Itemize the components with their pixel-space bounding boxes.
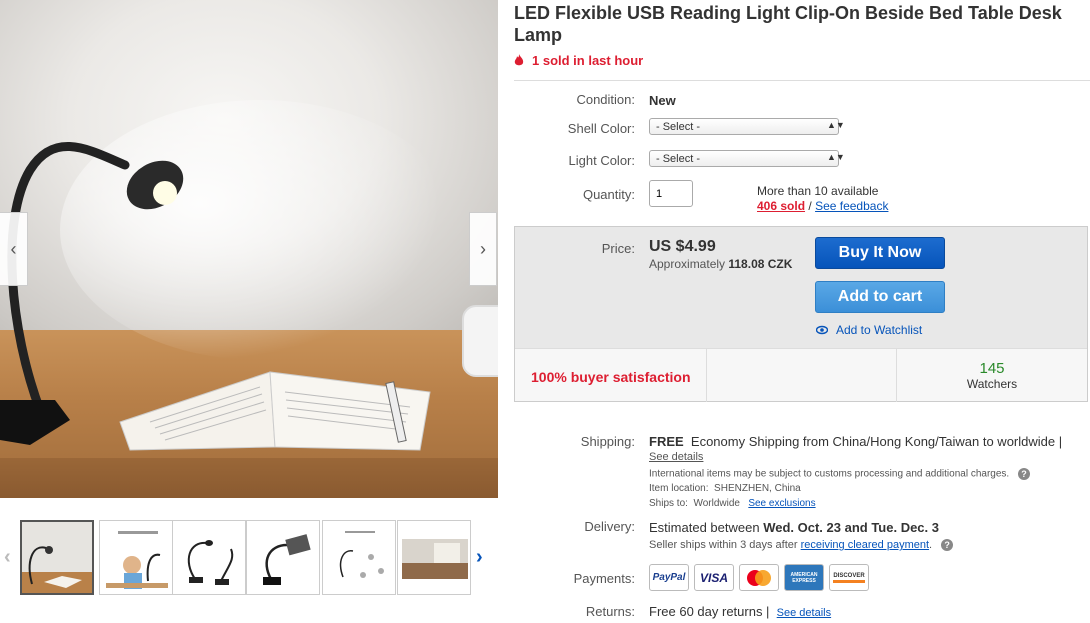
shell-color-select[interactable]: - Select - bbox=[649, 118, 839, 135]
chevron-left-icon: ‹ bbox=[10, 238, 17, 259]
buyer-satisfaction: 100% buyer satisfaction bbox=[531, 369, 691, 385]
thumbnail-3[interactable] bbox=[172, 520, 246, 595]
thumbnail-image bbox=[173, 521, 245, 594]
item-location-label: Item location: bbox=[649, 483, 709, 494]
next-image-button[interactable]: › bbox=[469, 212, 497, 286]
ships-to-label: Ships to: bbox=[649, 498, 688, 509]
ships-to-value: Worldwide bbox=[693, 498, 740, 509]
thumbnail-6[interactable] bbox=[397, 520, 471, 595]
handling-time: Seller ships within 3 days after receivi… bbox=[649, 539, 954, 552]
paypal-text: PayPal bbox=[652, 572, 686, 583]
returns-value: Free 60 day returns | bbox=[649, 604, 770, 619]
chevron-right-icon: › bbox=[480, 238, 486, 259]
sold-separator: / bbox=[808, 199, 812, 213]
returns-see-details-link[interactable]: See details bbox=[777, 607, 831, 619]
thumbnail-image bbox=[100, 521, 172, 594]
buy-it-now-button[interactable]: Buy It Now bbox=[815, 237, 945, 269]
image-lamp bbox=[0, 100, 460, 445]
thumbnail-prev-icon[interactable]: ‹ bbox=[4, 546, 11, 569]
stats-divider bbox=[706, 349, 707, 402]
paypal-logo: PayPal bbox=[649, 564, 689, 591]
watchers-count: 145 bbox=[979, 360, 1005, 377]
quantity-input[interactable] bbox=[649, 180, 693, 207]
discover-logo: DISCOVER bbox=[829, 564, 869, 591]
shipping-method: FREE Economy Shipping from China/Hong Ko… bbox=[649, 434, 1089, 449]
visa-logo: VISA bbox=[694, 564, 734, 591]
thumbnail-1[interactable] bbox=[20, 520, 94, 595]
shipping-label: Shipping: bbox=[580, 434, 635, 449]
shell-color-label: Shell Color: bbox=[567, 121, 635, 136]
delivery-dates: Wed. Oct. 23 and Tue. Dec. 3 bbox=[763, 520, 939, 535]
flame-icon bbox=[514, 54, 524, 66]
approx-label: Approximately bbox=[649, 257, 726, 271]
mastercard-logo bbox=[739, 564, 779, 591]
approx-price: Approximately 118.08 CZK bbox=[649, 257, 792, 271]
condition-value: New bbox=[649, 93, 676, 108]
select-arrows-icon: ▲▼ bbox=[827, 120, 845, 130]
hotness-indicator: 1 sold in last hour bbox=[514, 53, 643, 68]
light-color-label: Light Color: bbox=[568, 153, 635, 168]
shipping-method-text: Economy Shipping from China/Hong Kong/Ta… bbox=[690, 434, 1063, 449]
section-divider bbox=[514, 80, 1090, 81]
quantity-label: Quantity: bbox=[582, 187, 635, 202]
add-to-cart-button[interactable]: Add to cart bbox=[815, 281, 945, 313]
previous-image-button[interactable]: ‹ bbox=[0, 212, 28, 286]
availability-text: More than 10 available bbox=[757, 184, 879, 198]
watchers-label: Watchers bbox=[966, 377, 1018, 391]
see-feedback-link[interactable]: See feedback bbox=[815, 199, 888, 213]
item-location: Item location: SHENZHEN, China bbox=[649, 483, 801, 494]
add-to-watchlist-link[interactable]: Add to Watchlist bbox=[816, 323, 922, 337]
sold-count-link[interactable]: 406 sold bbox=[757, 199, 805, 213]
thumbnail-2[interactable] bbox=[99, 520, 173, 595]
cleared-payment-link[interactable]: receiving cleared payment bbox=[801, 539, 929, 551]
shipping-see-details-link[interactable]: See details bbox=[649, 451, 703, 463]
stats-row: 100% buyer satisfaction 145 Watchers bbox=[515, 348, 1087, 402]
thumbnail-5[interactable] bbox=[322, 520, 396, 595]
delivery-label: Delivery: bbox=[584, 519, 635, 534]
thumbnail-image bbox=[247, 521, 319, 594]
thumbnail-next-icon[interactable]: › bbox=[476, 546, 483, 569]
see-exclusions-link[interactable]: See exclusions bbox=[748, 498, 815, 509]
watchlist-label: Add to Watchlist bbox=[836, 323, 923, 337]
condition-label: Condition: bbox=[576, 92, 635, 107]
light-color-select[interactable]: - Select - bbox=[649, 150, 839, 167]
payments-label: Payments: bbox=[573, 571, 635, 586]
handling-period: . bbox=[929, 539, 933, 551]
handling-text: Seller ships within 3 days after bbox=[649, 539, 798, 551]
shipping-free: FREE bbox=[649, 434, 684, 449]
thumbnail-image bbox=[22, 522, 92, 593]
eye-icon bbox=[816, 325, 828, 335]
mastercard-icon bbox=[747, 569, 771, 586]
amex-text: AMERICAN EXPRESS bbox=[790, 571, 818, 584]
hotness-text: 1 sold in last hour bbox=[532, 53, 644, 68]
help-icon[interactable]: ? bbox=[941, 539, 954, 552]
delivery-prefix: Estimated between bbox=[649, 520, 760, 535]
customs-note: International items may be subject to cu… bbox=[649, 468, 1030, 480]
price-label: Price: bbox=[601, 241, 635, 256]
item-location-value: SHENZHEN, China bbox=[714, 483, 801, 494]
delivery-estimate: Estimated between Wed. Oct. 23 and Tue. … bbox=[649, 520, 939, 535]
thumbnail-image bbox=[323, 521, 395, 594]
customs-note-text: International items may be subject to cu… bbox=[649, 468, 1010, 480]
price-amount: US $4.99 bbox=[649, 238, 716, 255]
thumbnail-strip: ‹ › bbox=[0, 518, 498, 598]
sold-row: 406 sold / See feedback bbox=[757, 199, 888, 213]
approx-value: 118.08 CZK bbox=[728, 257, 793, 271]
thumbnail-image bbox=[398, 521, 470, 594]
returns-label: Returns: bbox=[585, 604, 635, 619]
returns-policy: Free 60 day returns | See details bbox=[649, 604, 831, 619]
ships-to: Ships to: Worldwide See exclusions bbox=[649, 498, 816, 509]
help-icon[interactable]: ? bbox=[1017, 468, 1030, 480]
main-product-image[interactable] bbox=[0, 0, 498, 498]
product-title: LED Flexible USB Reading Light Clip-On B… bbox=[514, 3, 1062, 45]
visa-text: VISA bbox=[699, 570, 728, 585]
thumbnail-4[interactable] bbox=[246, 520, 320, 595]
discover-text: DISCOVER bbox=[833, 573, 865, 583]
amex-logo: AMERICAN EXPRESS bbox=[784, 564, 824, 591]
select-arrows-icon: ▲▼ bbox=[827, 152, 845, 162]
